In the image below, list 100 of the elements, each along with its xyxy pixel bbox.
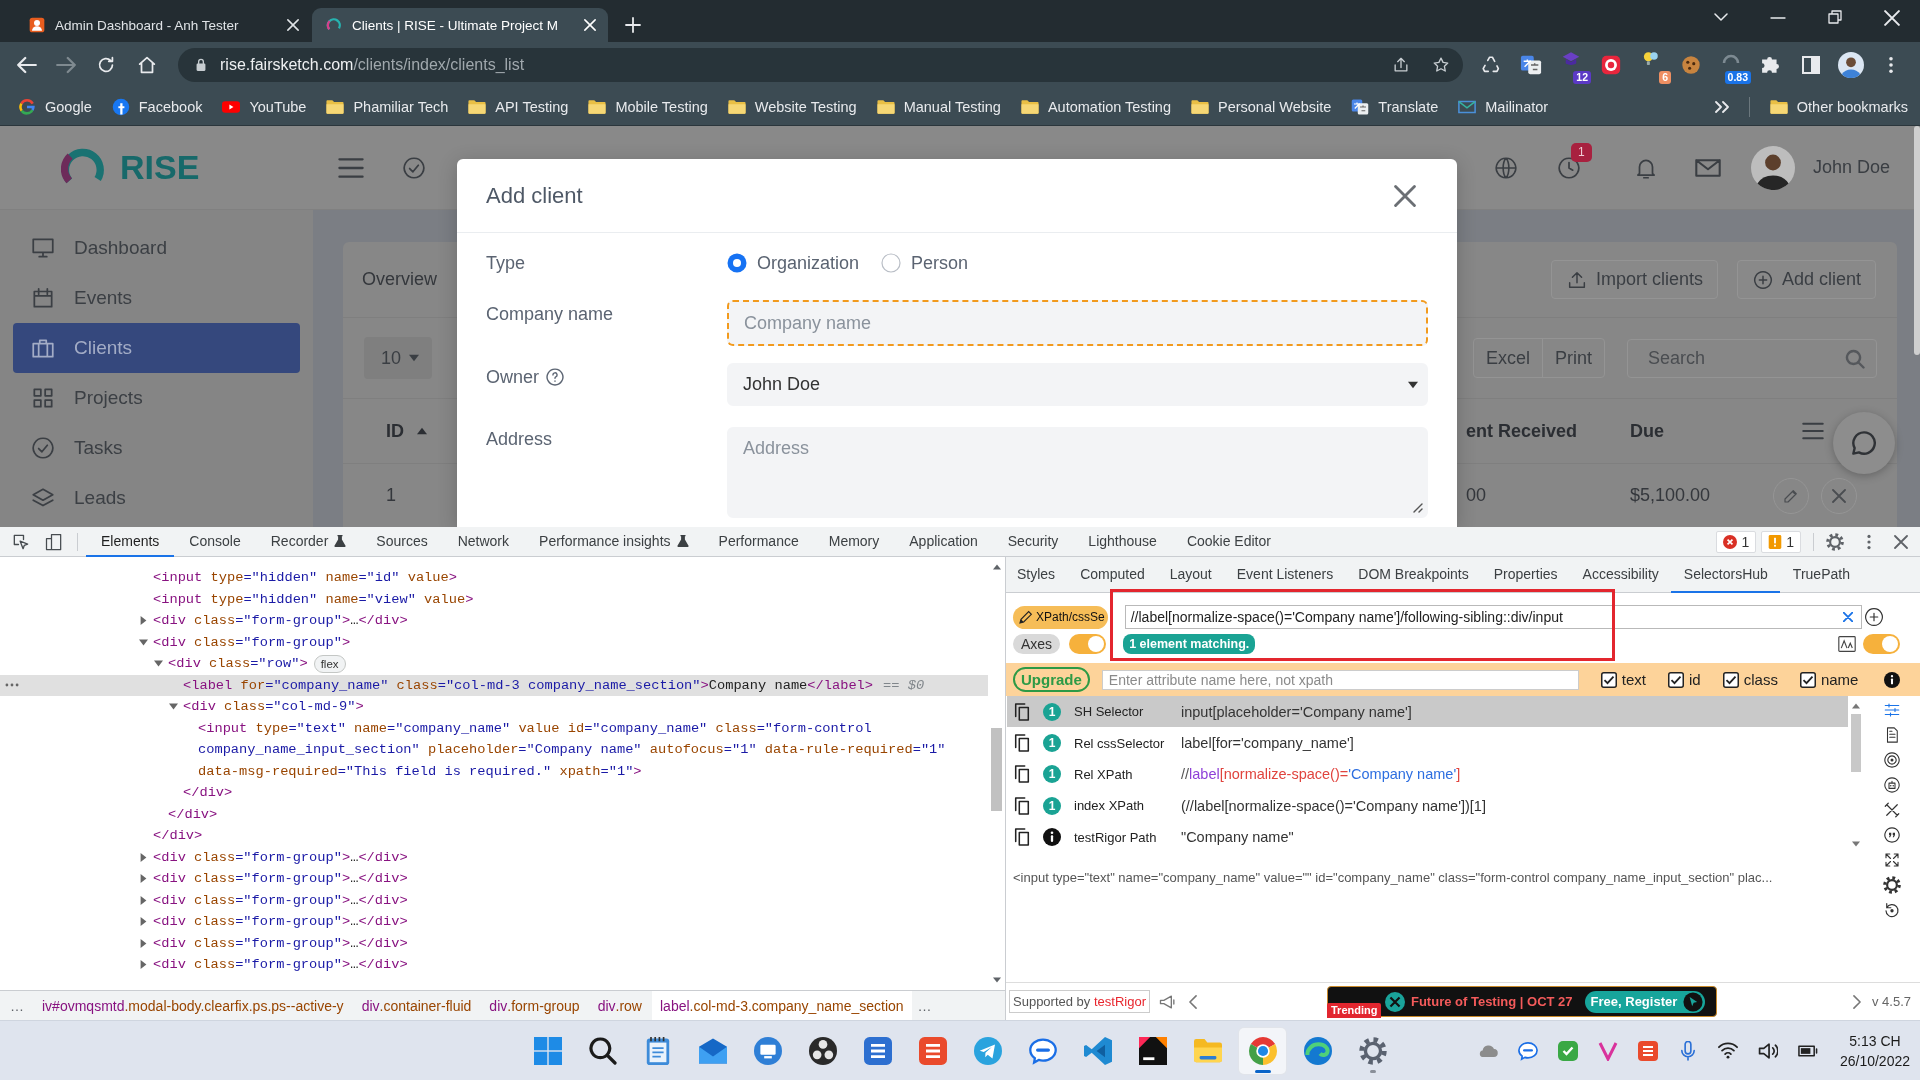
pane-tab[interactable]: Accessibility [1570, 557, 1672, 593]
code-line[interactable]: <div class="form-group"> [153, 631, 351, 653]
selector-value[interactable]: label[for='company_name'] [1181, 735, 1354, 752]
pane-tab[interactable]: SelectorsHub [1671, 557, 1781, 593]
copy-icon[interactable] [1013, 765, 1031, 784]
caret-right-icon[interactable] [139, 852, 148, 862]
restore-icon[interactable] [1827, 10, 1842, 24]
checkbox[interactable] [1722, 671, 1739, 688]
browser-tab[interactable]: Clients | RISE - Ultimate Project M [312, 8, 608, 42]
breadcrumb-link[interactable]: label.col-md-3.company_name_section [652, 991, 912, 1020]
globe-icon[interactable] [1492, 154, 1519, 181]
column-header[interactable]: ID [386, 420, 404, 442]
clear-icon[interactable] [1842, 612, 1853, 622]
chevron-left-icon[interactable] [1186, 994, 1200, 1009]
checkbox-label[interactable]: class [1743, 671, 1778, 688]
devtools-tab[interactable]: Sources [361, 527, 443, 557]
devtools-tab[interactable]: Application [894, 527, 993, 557]
expand-icon[interactable] [1883, 851, 1901, 869]
code-line[interactable]: <div class="form-group">…</div> [153, 954, 408, 976]
time-text[interactable]: 5:13 CH [1849, 1030, 1901, 1051]
pane-tab[interactable]: Event Listeners [1224, 557, 1346, 593]
code-line[interactable]: <input type="text" name="company_name" value id="company_name" class="form-control company_name_input_section" placeholder="Company name" autofocus="1" data-rule-required="1" data-msg-required="This field is required." xpath="1"> [198, 717, 988, 782]
v-shape-icon[interactable] [1597, 1040, 1618, 1061]
caret-down-icon[interactable] [1852, 840, 1860, 848]
text-field[interactable]: Company name [727, 300, 1428, 346]
bookmark-link[interactable]: YouTube [222, 97, 307, 116]
pane-tab[interactable]: Computed [1067, 557, 1158, 593]
checkbox[interactable] [1799, 671, 1816, 688]
devtools-tab[interactable]: Network [442, 527, 525, 557]
bookmark-folder[interactable]: Other bookmarks [1769, 97, 1908, 116]
settings-icon[interactable] [1883, 876, 1901, 894]
textarea-field[interactable]: Address [727, 427, 1428, 518]
caret-down-icon[interactable] [169, 702, 178, 712]
light-bulb-icon[interactable] [1642, 50, 1660, 68]
select-field[interactable]: John Doe [727, 363, 1428, 406]
reset-icon[interactable] [1883, 901, 1901, 919]
axes-toggle[interactable] [1069, 634, 1107, 654]
record-icon[interactable] [1600, 54, 1622, 76]
caret-right-icon[interactable] [139, 938, 148, 948]
selected-row-highlight[interactable]: 1 SH Selector input[placeholder='Company name'] [1007, 696, 1848, 728]
bookmark-link[interactable]: Google [18, 97, 92, 116]
help-icon[interactable] [545, 367, 565, 387]
code-line[interactable]: <div class="row"> [168, 653, 308, 675]
checkbox-label[interactable]: id [1689, 671, 1701, 688]
star-icon[interactable] [1431, 55, 1451, 75]
cookie-icon[interactable] [1680, 54, 1702, 76]
side-panel-icon[interactable] [1802, 56, 1820, 74]
query-field[interactable]: //label[normalize-space()='Company name']/following-sibling::div/input [1124, 605, 1862, 629]
code-line[interactable]: <div class="form-group">…</div> [153, 911, 408, 933]
caret-right-icon[interactable] [139, 895, 148, 905]
breadcrumb-overflow[interactable]: … [6, 991, 32, 1020]
translate-icon[interactable] [1520, 54, 1542, 76]
bookmark-link[interactable]: Mailinator [1458, 97, 1549, 116]
copy-icon[interactable] [1013, 828, 1031, 847]
caret-up-icon[interactable] [992, 563, 1001, 571]
code-line[interactable]: <input type="hidden" name="view" value> [153, 588, 474, 610]
chat-bubble-icon[interactable] [1517, 1040, 1538, 1061]
copy-icon[interactable] [1013, 702, 1031, 721]
pane-tab[interactable]: Styles [1006, 557, 1068, 593]
caret-right-icon[interactable] [139, 874, 148, 884]
scrollbar-thumb[interactable] [991, 728, 1002, 811]
toggle-switch[interactable] [1863, 634, 1900, 654]
attribute-field[interactable]: Enter attribute name here, not xpath [1101, 669, 1579, 690]
devtools-tab[interactable]: Cookie Editor [1171, 527, 1286, 557]
sliders-icon[interactable] [1883, 701, 1901, 719]
device-icon[interactable] [44, 531, 64, 552]
avatar-icon[interactable] [1838, 52, 1864, 78]
browser-tab[interactable]: Admin Dashboard - Anh Tester [15, 8, 311, 42]
caret-down-icon[interactable] [992, 976, 1001, 984]
pane-tab[interactable]: Layout [1157, 557, 1225, 593]
code-line[interactable]: <div class="col-md-9"> [183, 696, 364, 718]
wifi-icon[interactable] [1717, 1040, 1738, 1061]
scrollbar-thumb[interactable] [1914, 126, 1920, 355]
clock-icon[interactable] [1555, 154, 1582, 181]
avatar-icon[interactable] [1750, 145, 1795, 190]
caret-right-icon[interactable] [139, 917, 148, 927]
pane-tab[interactable]: TruePath [1780, 557, 1863, 593]
quote-icon[interactable] [1883, 826, 1901, 844]
devtools-tab[interactable]: Elements [86, 527, 175, 557]
copy-icon[interactable] [1013, 796, 1031, 815]
bookmark-link[interactable]: Website Testing [727, 97, 857, 116]
address-bar[interactable]: rise.fairsketch.com/clients/index/clients_list [178, 48, 1463, 82]
bookmark-link[interactable]: Personal Website [1191, 97, 1332, 116]
menu-icon[interactable] [1802, 420, 1824, 442]
pane-tab[interactable]: DOM Breakpoints [1345, 557, 1482, 593]
search-field[interactable]: Search [1627, 338, 1877, 378]
home-icon[interactable] [136, 54, 158, 76]
code-line[interactable]: <div class="form-group">…</div> [153, 932, 408, 954]
devtools-tab[interactable]: Memory [813, 527, 895, 557]
caret-right-icon[interactable] [139, 960, 148, 970]
code-line[interactable]: <input type="hidden" name="id" value> [153, 567, 457, 589]
radio-button[interactable] [727, 253, 747, 273]
new-tab-icon[interactable] [625, 17, 641, 33]
text-size-icon[interactable] [1838, 635, 1856, 653]
testrigor-link[interactable]: testRigor [1093, 994, 1146, 1009]
checkbox-label[interactable]: text [1621, 671, 1647, 688]
sidebar-item[interactable]: Clients [13, 323, 300, 373]
bookmark-link[interactable]: Phamiliar Tech [326, 97, 449, 116]
selector-value[interactable]: (//label[normalize-space()='Company name'])[1] [1181, 797, 1486, 814]
code-line[interactable]: </div> [168, 803, 218, 825]
